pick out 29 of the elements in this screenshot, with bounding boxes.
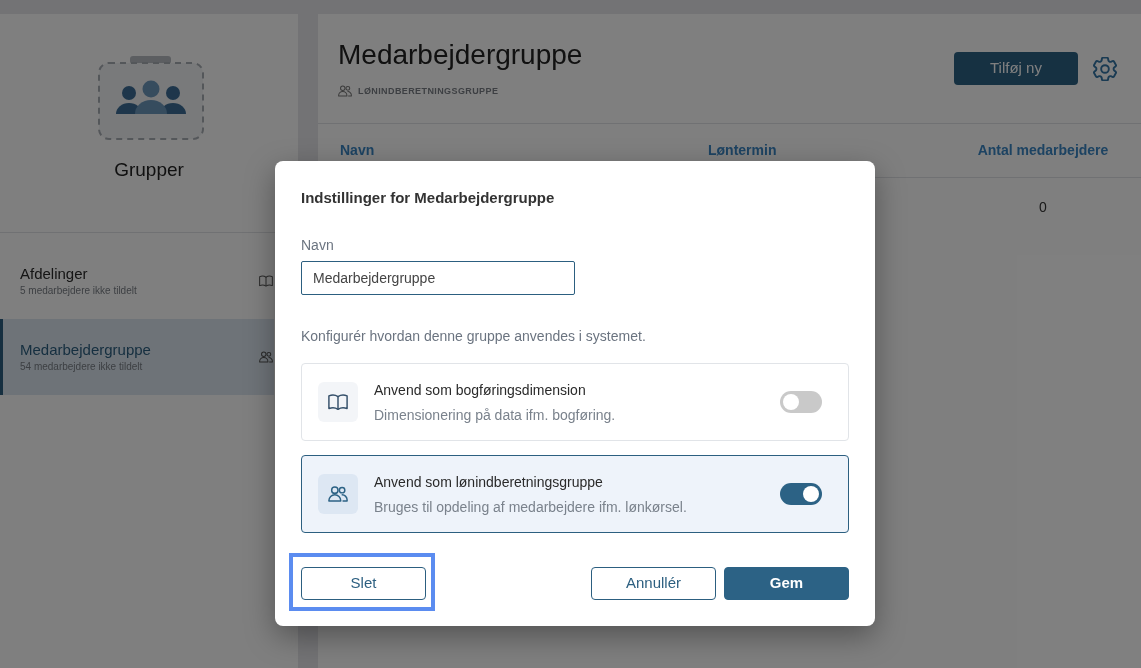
column-header[interactable]: Antal medarbejdere <box>973 140 1113 161</box>
sidebar-item[interactable]: Afdelinger 5 medarbejdere ikke tildelt <box>20 264 259 298</box>
group-type-label: LØNINDBERETNINGSGRUPPE <box>358 85 499 97</box>
table-cell-text: 0 <box>1038 197 1048 217</box>
option-title: Anvend som lønindberetningsgruppe <box>374 472 604 492</box>
save-button[interactable]: Gem <box>724 567 849 600</box>
column-header[interactable]: Navn <box>340 140 708 161</box>
people-icon <box>318 474 358 514</box>
sidebar-title: Grupper <box>114 158 184 182</box>
field-label: Navn <box>301 236 335 255</box>
book-icon <box>259 275 273 287</box>
delete-button[interactable]: Slet <box>301 567 426 600</box>
people-icon <box>338 85 352 97</box>
add-new-button[interactable]: Tilføj ny <box>954 52 1078 85</box>
option-description: Bruges til opdeling af medarbejdere ifm. lønkørsel. <box>374 497 688 517</box>
dialog-title: Indstillinger for Medarbejdergruppe <box>301 188 556 208</box>
dialog-description: Konfigurér hvordan denne gruppe anvendes i systemet. <box>301 327 647 346</box>
toggle-switch[interactable] <box>780 391 822 413</box>
column-header[interactable]: Løntermin <box>708 140 973 161</box>
group-placeholder-icon[interactable] <box>98 56 204 140</box>
cancel-button[interactable]: Annullér <box>591 567 716 600</box>
page-title: Medarbejdergruppe <box>338 39 583 71</box>
option-description: Dimensionering på data ifm. bogføring. <box>374 405 617 425</box>
option-title: Anvend som bogføringsdimension <box>374 380 587 400</box>
settings-icon[interactable] <box>1093 57 1117 81</box>
book-icon <box>318 382 358 422</box>
toggle-switch[interactable] <box>780 483 822 505</box>
name-input[interactable]: Medarbejdergruppe <box>301 261 575 295</box>
people-icon <box>259 351 273 363</box>
